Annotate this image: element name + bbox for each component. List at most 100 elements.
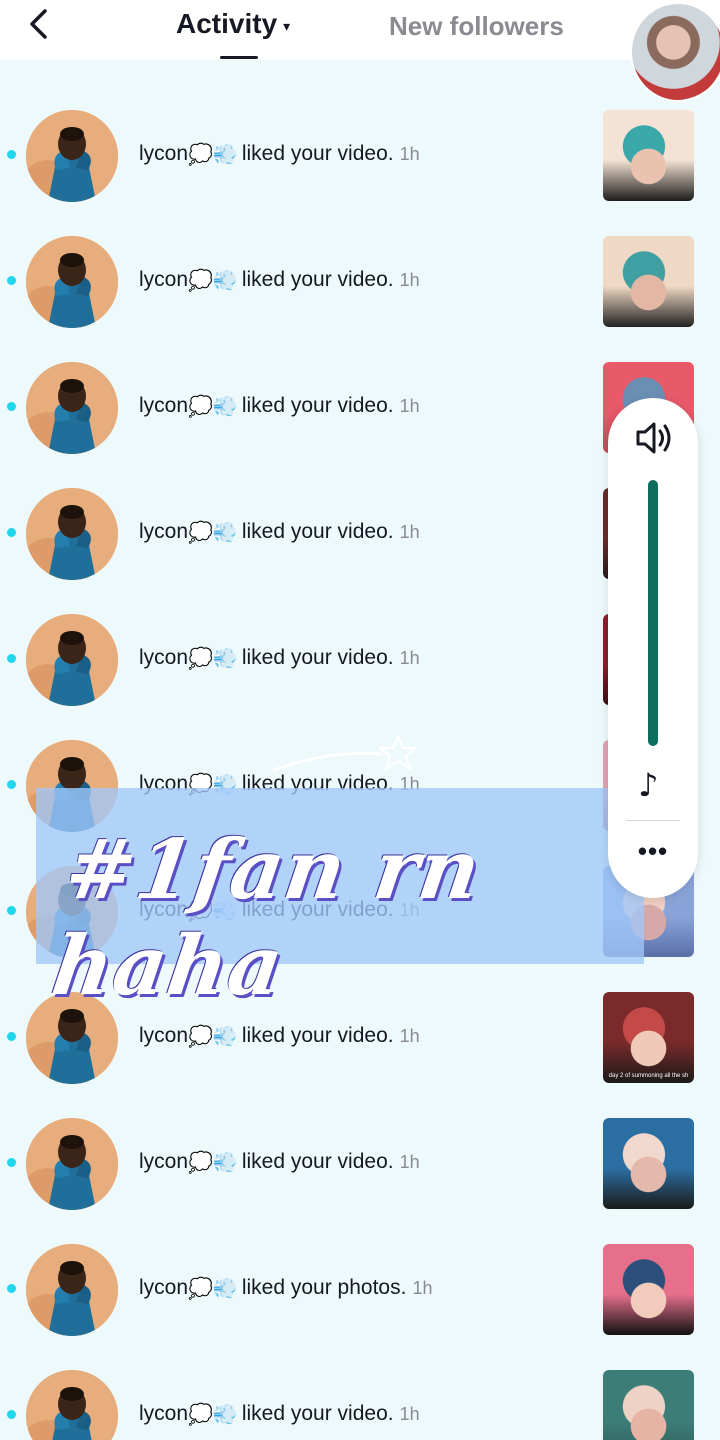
tab-activity[interactable]: Activity ▾	[176, 4, 290, 44]
user-avatar[interactable]	[26, 614, 118, 706]
username-link[interactable]: lycon	[139, 394, 188, 418]
unread-dot	[7, 780, 16, 789]
notification-row[interactable]: lycon 💭💨 liked your photos. 1h	[0, 1226, 720, 1352]
username-emoji: 💭💨	[188, 1150, 238, 1174]
timestamp: 1h	[399, 1403, 420, 1424]
timestamp: 1h	[412, 1277, 433, 1298]
profile-avatar[interactable]	[630, 2, 720, 102]
user-avatar[interactable]	[26, 362, 118, 454]
action-text: liked your video.	[241, 1150, 394, 1173]
active-tab-indicator	[220, 56, 258, 59]
notification-row[interactable]: lycon 💭💨 liked your video. 1h	[0, 1352, 720, 1440]
notification-text: lycon 💭💨 liked your video. 1h	[139, 268, 420, 292]
username-link[interactable]: lycon	[139, 646, 188, 670]
avatar-image	[26, 488, 118, 580]
username-link[interactable]: lycon	[139, 142, 188, 166]
unread-dot	[7, 528, 16, 537]
volume-panel: ♪ •••	[608, 398, 698, 898]
username-emoji: 💭💨	[188, 268, 238, 292]
action-text: liked your video.	[241, 520, 394, 543]
username-emoji: 💭💨	[188, 142, 238, 166]
username-link[interactable]: lycon	[139, 520, 188, 544]
unread-dot	[7, 1284, 16, 1293]
avatar-image	[26, 362, 118, 454]
username-link[interactable]: lycon	[139, 1150, 188, 1174]
avatar-image	[26, 614, 118, 706]
notification-text: lycon 💭💨 liked your video. 1h	[139, 520, 420, 544]
action-text: liked your photos.	[241, 1276, 407, 1299]
username-emoji: 💭💨	[188, 1276, 238, 1300]
notification-text: lycon 💭💨 liked your video. 1h	[139, 1150, 420, 1174]
video-thumbnail[interactable]	[603, 1244, 694, 1335]
notification-text: lycon 💭💨 liked your video. 1h	[139, 394, 420, 418]
unread-dot	[7, 1410, 16, 1419]
notification-text: lycon 💭💨 liked your video. 1h	[139, 1024, 420, 1048]
username-emoji: 💭💨	[188, 394, 238, 418]
avatar-image	[26, 110, 118, 202]
unread-dot	[7, 402, 16, 411]
timestamp: 1h	[399, 395, 420, 416]
avatar-image	[26, 1244, 118, 1336]
sticker-text: #1fan rn haha	[46, 822, 487, 1014]
user-avatar[interactable]	[26, 1370, 118, 1440]
video-thumbnail[interactable]	[603, 236, 694, 327]
action-text: liked your video.	[241, 268, 394, 291]
username-emoji: 💭💨	[188, 1024, 238, 1048]
action-text: liked your video.	[241, 394, 394, 417]
tab-new-followers[interactable]: New followers	[389, 6, 564, 46]
user-avatar[interactable]	[26, 236, 118, 328]
notification-text: lycon 💭💨 liked your photos. 1h	[139, 1276, 432, 1300]
timestamp: 1h	[399, 269, 420, 290]
username-emoji: 💭💨	[188, 1402, 238, 1426]
unread-dot	[7, 1032, 16, 1041]
action-text: liked your video.	[241, 142, 394, 165]
username-link[interactable]: lycon	[139, 1024, 188, 1048]
video-thumbnail[interactable]	[603, 1370, 694, 1440]
timestamp: 1h	[399, 143, 420, 164]
user-avatar[interactable]	[26, 1118, 118, 1210]
speaker-button[interactable]	[634, 420, 674, 456]
notification-row[interactable]: lycon 💭💨 liked your video. 1h	[0, 92, 720, 218]
user-avatar[interactable]	[26, 110, 118, 202]
user-avatar[interactable]	[26, 1244, 118, 1336]
unread-dot	[7, 276, 16, 285]
volume-level	[648, 480, 658, 746]
divider	[626, 820, 680, 821]
back-button[interactable]	[20, 6, 56, 42]
username-emoji: 💭💨	[188, 520, 238, 544]
unread-dot	[7, 150, 16, 159]
volume-slider[interactable]	[648, 480, 658, 746]
action-text: liked your video.	[241, 1402, 394, 1425]
text-sticker[interactable]: #1fan rn haha	[36, 788, 644, 1014]
video-thumbnail[interactable]	[603, 1118, 694, 1209]
top-bar: Activity ▾ New followers	[0, 0, 720, 60]
unread-dot	[7, 654, 16, 663]
unread-dot	[7, 1158, 16, 1167]
action-text: liked your video.	[241, 646, 394, 669]
avatar-image	[26, 1118, 118, 1210]
timestamp: 1h	[399, 1151, 420, 1172]
speaker-icon	[636, 422, 671, 454]
star-doodle-icon	[272, 734, 418, 772]
back-arrow-icon	[30, 9, 47, 39]
notification-row[interactable]: lycon 💭💨 liked your video. 1h	[0, 218, 720, 344]
notification-text: lycon 💭💨 liked your video. 1h	[139, 1402, 420, 1426]
avatar-image	[26, 1370, 118, 1440]
timestamp: 1h	[399, 521, 420, 542]
action-text: liked your video.	[241, 1024, 394, 1047]
music-note-icon[interactable]: ♪	[638, 766, 668, 804]
video-thumbnail[interactable]	[603, 110, 694, 201]
notification-text: lycon 💭💨 liked your video. 1h	[139, 646, 420, 670]
unread-dot	[7, 906, 16, 915]
username-emoji: 💭💨	[188, 646, 238, 670]
username-link[interactable]: lycon	[139, 268, 188, 292]
avatar-image	[26, 236, 118, 328]
notification-row[interactable]: lycon 💭💨 liked your video. 1h	[0, 1100, 720, 1226]
user-avatar[interactable]	[26, 488, 118, 580]
username-link[interactable]: lycon	[139, 1276, 188, 1300]
caret-down-icon: ▾	[283, 17, 291, 34]
more-dots-icon[interactable]: •••	[636, 836, 670, 866]
username-link[interactable]: lycon	[139, 1402, 188, 1426]
timestamp: 1h	[399, 1025, 420, 1046]
thumbnail-caption: day 2 of summoning all the sh	[608, 1073, 689, 1079]
